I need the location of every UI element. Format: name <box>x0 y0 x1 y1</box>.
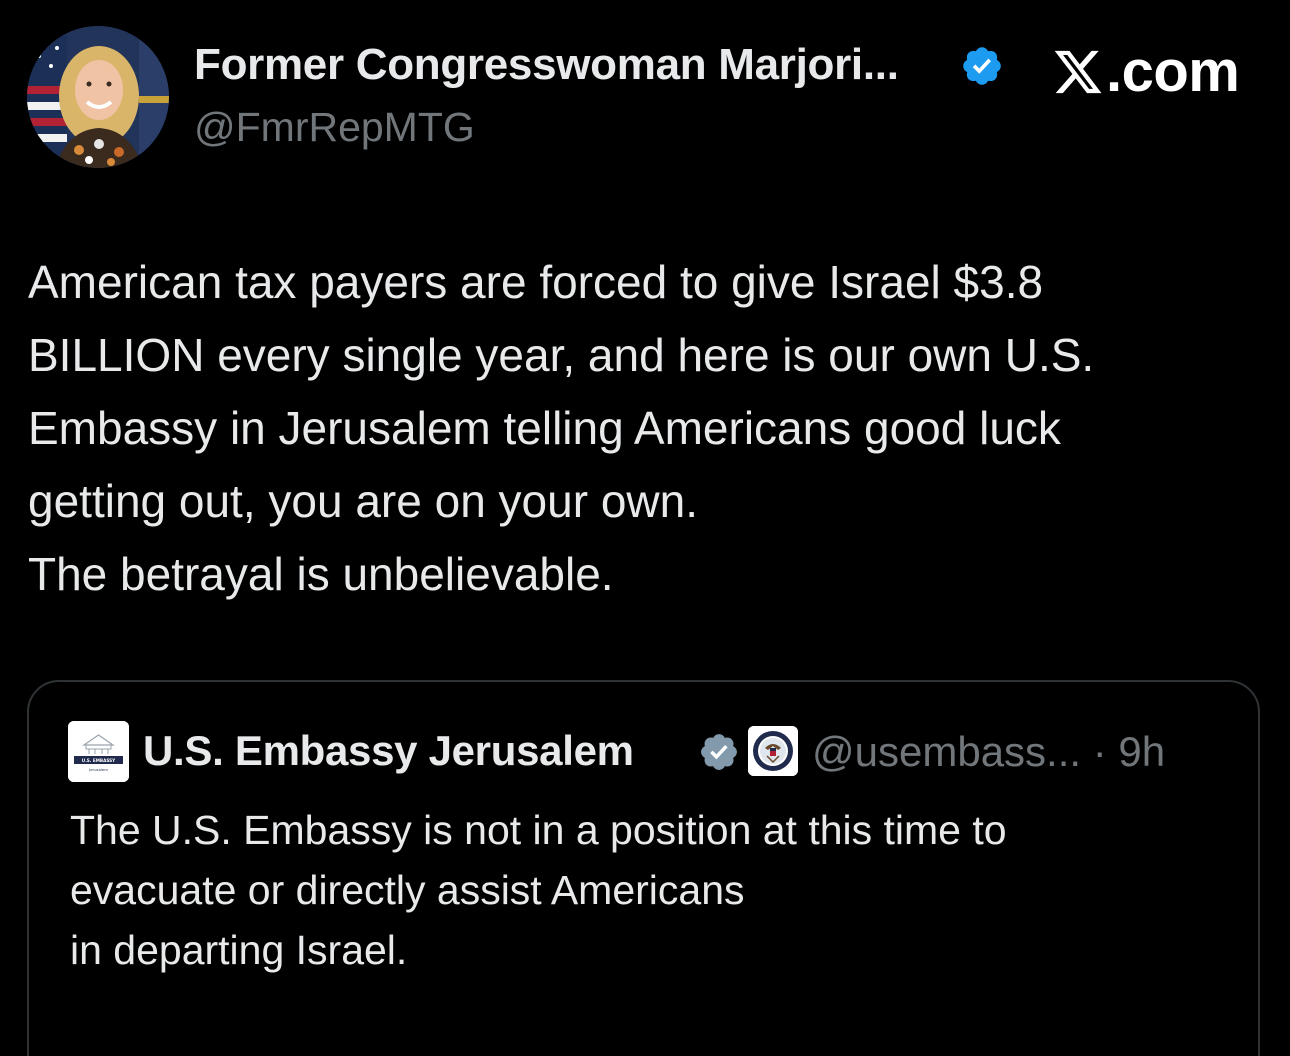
x-logo-icon <box>1054 50 1102 94</box>
verified-badge-icon <box>701 734 737 770</box>
quoted-tweet-line: in departing Israel. <box>70 927 408 973</box>
tweet-line: BILLION every single year, and here is o… <box>28 329 1095 381</box>
quoted-tweet-body: The U.S. Embassy is not in a position at… <box>70 800 1230 980</box>
quoted-tweet-line: The U.S. Embassy is not in a position at… <box>70 807 1007 853</box>
embassy-logo-top-text: U.S. EMBASSY <box>82 758 116 763</box>
tweet-line: Embassy in Jerusalem telling Americans g… <box>28 402 1061 454</box>
tweet-screenshot: Former Congresswoman Marjori... @FmrRepM… <box>0 0 1290 1056</box>
tweet-line: American tax payers are forced to give I… <box>28 256 1044 308</box>
author-handle[interactable]: @FmrRepMTG <box>194 104 475 151</box>
quoted-author-handle-time[interactable]: @usembass... · 9h <box>812 728 1165 776</box>
author-avatar[interactable] <box>27 26 169 168</box>
avatar-image <box>27 26 169 168</box>
brand-domain-text: .com <box>1106 39 1240 104</box>
x-com-brand: .com <box>1052 39 1240 104</box>
tweet-line: The betrayal is unbelievable. <box>28 548 614 600</box>
quoted-author-avatar[interactable]: U.S. EMBASSY Jerusalem <box>68 721 129 782</box>
author-display-name[interactable]: Former Congresswoman Marjori... <box>194 40 899 90</box>
quoted-tweet-line: evacuate or directly assist Americans <box>70 867 745 913</box>
quoted-author-display-name[interactable]: U.S. Embassy Jerusalem <box>143 727 634 775</box>
tweet-body: American tax payers are forced to give I… <box>28 246 1268 611</box>
verified-badge-icon <box>963 47 1001 85</box>
embassy-logo-bottom-text: Jerusalem <box>88 767 108 772</box>
tweet-line: getting out, you are on your own. <box>28 475 698 527</box>
government-badge-icon <box>748 726 798 776</box>
state-department-seal-icon <box>748 726 798 776</box>
embassy-logo: U.S. EMBASSY Jerusalem <box>68 721 129 782</box>
